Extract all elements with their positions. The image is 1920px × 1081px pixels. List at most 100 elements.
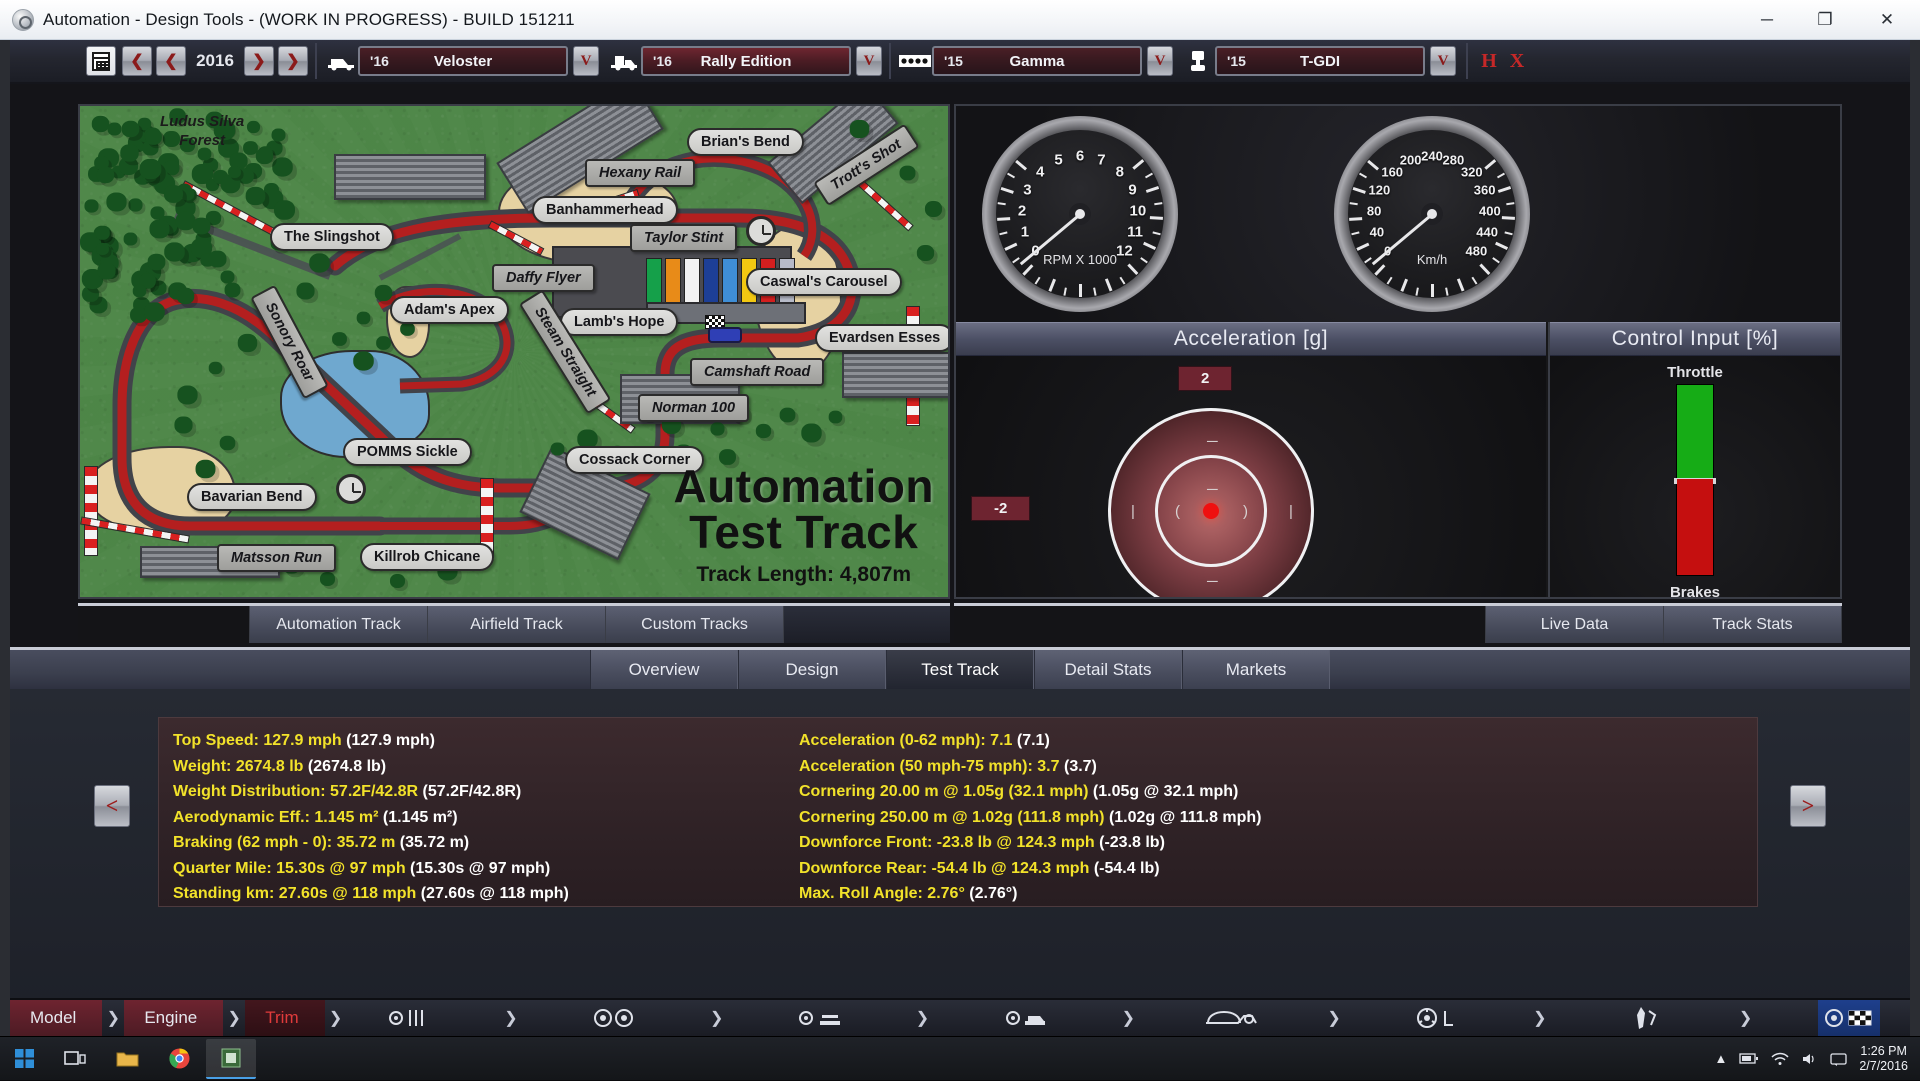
next-stats-button[interactable]: >	[1790, 785, 1826, 827]
stat-reference: (7.1)	[1017, 732, 1050, 749]
stat-value: 35.72 m	[337, 834, 396, 851]
corner-label[interactable]: Taylor Stint	[630, 224, 737, 252]
track-tab-automation-track[interactable]: Automation Track	[250, 606, 428, 643]
engine-variant-field[interactable]: '15 T-GDI	[1215, 46, 1425, 76]
stat-reference: (2.76°)	[969, 885, 1017, 902]
gauge-bay: 0123456789101112 RPM X 1000 START	[956, 106, 1840, 322]
g-tick-inner-right: )	[1243, 503, 1248, 520]
engine-dropdown[interactable]: V	[1147, 46, 1173, 76]
breadcrumb-trim[interactable]: Trim	[245, 1000, 324, 1036]
corner-label[interactable]: POMMS Sickle	[343, 438, 472, 466]
engine-variant-dropdown[interactable]: V	[1430, 46, 1456, 76]
year-selector: ❮ ❮ 2016 ❯ ❯	[86, 44, 308, 78]
track-tab-airfield-track[interactable]: Airfield Track	[428, 606, 606, 643]
corner-label[interactable]: Banhammerhead	[532, 196, 678, 224]
corner-label[interactable]: Evardsen Esses	[815, 324, 950, 352]
chevron-right-icon: ❯	[325, 1000, 347, 1036]
stat-value: 2674.8 lb	[236, 758, 304, 775]
g-tick-top: ─	[1207, 433, 1218, 450]
prev-stats-button[interactable]: <	[94, 785, 130, 827]
chevron-up-icon[interactable]: ▲	[1714, 1051, 1727, 1066]
stat-value: 7.1	[990, 732, 1012, 749]
tree-icon	[120, 144, 138, 161]
breadcrumb-engine[interactable]: Engine	[124, 1000, 223, 1036]
corner-label[interactable]: Killrob Chicane	[360, 543, 494, 571]
corner-label[interactable]: Matsson Run	[217, 544, 336, 572]
tab-overview[interactable]: Overview	[590, 650, 738, 689]
clock[interactable]: 1:26 PM 2/7/2016	[1859, 1044, 1908, 1074]
year-prev-button[interactable]: ❮	[156, 46, 186, 76]
year-prev-fast-button[interactable]: ❮	[122, 46, 152, 76]
tree-icon	[710, 422, 724, 435]
corner-label[interactable]: Caswal's Carousel	[746, 268, 902, 296]
trim-field[interactable]: '16 Rally Edition	[641, 46, 851, 76]
stat-line: Weight: 2674.8 lb (2674.8 lb)	[173, 754, 569, 780]
stat-value: 57.2F/42.8R	[330, 783, 418, 800]
close-button[interactable]: ✕	[1854, 0, 1920, 40]
automation-icon[interactable]	[206, 1039, 256, 1079]
wheels-icon[interactable]	[583, 1000, 645, 1036]
year-next-button[interactable]: ❯	[244, 46, 274, 76]
breadcrumb-model[interactable]: Model	[10, 1000, 102, 1036]
corner-label[interactable]: Lamb's Hope	[560, 308, 678, 336]
corner-label[interactable]: Norman 100	[638, 394, 749, 422]
tab-markets[interactable]: Markets	[1182, 650, 1330, 689]
corner-label[interactable]: Brian's Bend	[687, 128, 804, 156]
calendar-icon[interactable]	[86, 46, 116, 76]
tab-test-track[interactable]: Test Track	[886, 650, 1034, 689]
chevron-right-icon: ❯	[223, 1000, 245, 1036]
window-title: Automation - Design Tools - (WORK IN PRO…	[43, 10, 575, 30]
corner-label[interactable]: Adam's Apex	[390, 296, 509, 324]
start-orb-icon[interactable]	[0, 1037, 48, 1081]
testtrack-icon[interactable]	[1818, 1000, 1880, 1036]
damper-icon[interactable]	[1612, 1000, 1674, 1036]
chassis-icon[interactable]	[994, 1000, 1056, 1036]
chevron-right-icon: ❯	[102, 1000, 124, 1036]
maximize-button[interactable]: ❐	[1796, 0, 1854, 40]
model-field[interactable]: '16 Veloster	[358, 46, 568, 76]
live-tab-track-stats[interactable]: Track Stats	[1664, 606, 1842, 643]
trim-dropdown[interactable]: V	[856, 46, 882, 76]
save-icon[interactable]: H	[1475, 46, 1503, 76]
track-map-panel[interactable]: Ludus Silva Forest Brian's BendTrott's S…	[78, 104, 950, 599]
tachometer: 0123456789101112 RPM X 1000	[982, 116, 1178, 312]
tree-icon	[247, 121, 260, 133]
corner-label[interactable]: The Slingshot	[270, 223, 394, 251]
breadcrumb-label: Engine	[144, 1008, 197, 1028]
year-next-fast-button[interactable]: ❯	[278, 46, 308, 76]
corner-label[interactable]: Hexany Rail	[585, 159, 695, 187]
stats-column-right: Acceleration (0-62 mph): 7.1 (7.1)Accele…	[799, 728, 1262, 907]
live-tab-live-data[interactable]: Live Data	[1486, 606, 1664, 643]
chrome-icon[interactable]	[154, 1039, 204, 1079]
drivetrain-icon[interactable]	[1200, 1000, 1262, 1036]
suspension-icon[interactable]	[377, 1000, 439, 1036]
tree-icon	[238, 334, 258, 352]
close-project-icon[interactable]: X	[1503, 46, 1531, 76]
track-map: Ludus Silva Forest Brian's BendTrott's S…	[80, 106, 948, 597]
track-title-line2: Test Track	[673, 505, 934, 559]
stat-key: Aerodynamic Eff.:	[173, 809, 310, 826]
corner-label[interactable]: Camshaft Road	[690, 358, 824, 386]
track-tab-custom-tracks[interactable]: Custom Tracks	[606, 606, 784, 643]
tree-icon	[320, 572, 335, 586]
corner-label[interactable]: Bavarian Bend	[187, 483, 317, 511]
corner-label[interactable]: Daffy Flyer	[492, 264, 595, 292]
stats-column-left: Top Speed: 127.9 mph (127.9 mph)Weight: …	[173, 728, 569, 907]
engine-field[interactable]: '15 Gamma	[932, 46, 1142, 76]
file-explorer-icon[interactable]	[102, 1039, 152, 1079]
minimize-button[interactable]: ─	[1738, 0, 1796, 40]
task-view-icon[interactable]	[50, 1039, 100, 1079]
tab-design[interactable]: Design	[738, 650, 886, 689]
live-tab-label: Track Stats	[1712, 616, 1792, 634]
engine-name: Gamma	[934, 53, 1140, 70]
tree-icon	[390, 574, 405, 588]
steering-icon[interactable]	[1406, 1000, 1468, 1036]
stat-reference: (3.7)	[1064, 758, 1097, 775]
tree-icon	[780, 408, 796, 423]
model-dropdown[interactable]: V	[573, 46, 599, 76]
tab-detail-stats[interactable]: Detail Stats	[1034, 650, 1182, 689]
acceleration-min-badge: -2	[971, 496, 1030, 521]
stat-line: Cornering 20.00 m @ 1.05g (32.1 mph) (1.…	[799, 779, 1262, 805]
stats-area: < > Top Speed: 127.9 mph (127.9 mph)Weig…	[10, 689, 1910, 1036]
aero-icon[interactable]	[789, 1000, 851, 1036]
